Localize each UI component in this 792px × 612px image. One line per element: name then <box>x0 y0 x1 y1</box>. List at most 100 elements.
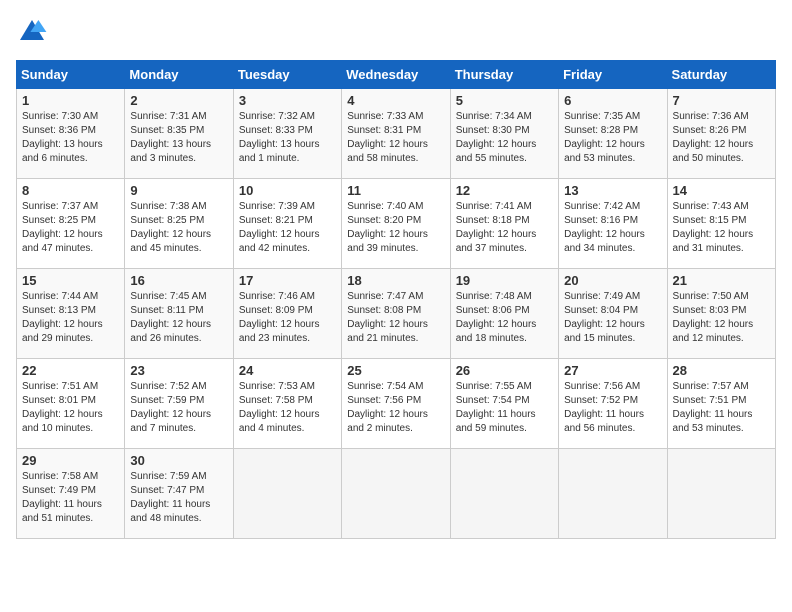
calendar-day: 5 Sunrise: 7:34 AM Sunset: 8:30 PM Dayli… <box>450 89 558 179</box>
page-header <box>16 16 776 48</box>
day-info: Sunrise: 7:42 AM Sunset: 8:16 PM Dayligh… <box>564 200 661 256</box>
logo <box>16 16 52 48</box>
calendar-day: 15 Sunrise: 7:44 AM Sunset: 8:13 PM Dayl… <box>17 269 125 359</box>
day-number: 27 <box>564 363 661 378</box>
day-header-wednesday: Wednesday <box>342 61 450 89</box>
day-info: Sunrise: 7:39 AM Sunset: 8:21 PM Dayligh… <box>239 200 336 256</box>
day-info: Sunrise: 7:31 AM Sunset: 8:35 PM Dayligh… <box>130 110 227 166</box>
day-info: Sunrise: 7:37 AM Sunset: 8:25 PM Dayligh… <box>22 200 119 256</box>
day-header-saturday: Saturday <box>667 61 775 89</box>
day-info: Sunrise: 7:30 AM Sunset: 8:36 PM Dayligh… <box>22 110 119 166</box>
calendar-day: 8 Sunrise: 7:37 AM Sunset: 8:25 PM Dayli… <box>17 179 125 269</box>
day-info: Sunrise: 7:50 AM Sunset: 8:03 PM Dayligh… <box>673 290 770 346</box>
day-number: 19 <box>456 273 553 288</box>
calendar-day: 24 Sunrise: 7:53 AM Sunset: 7:58 PM Dayl… <box>233 359 341 449</box>
calendar-day: 23 Sunrise: 7:52 AM Sunset: 7:59 PM Dayl… <box>125 359 233 449</box>
day-number: 26 <box>456 363 553 378</box>
day-number: 7 <box>673 93 770 108</box>
day-number: 15 <box>22 273 119 288</box>
calendar-table: SundayMondayTuesdayWednesdayThursdayFrid… <box>16 60 776 539</box>
day-number: 9 <box>130 183 227 198</box>
day-number: 25 <box>347 363 444 378</box>
day-number: 10 <box>239 183 336 198</box>
calendar-day: 14 Sunrise: 7:43 AM Sunset: 8:15 PM Dayl… <box>667 179 775 269</box>
day-info: Sunrise: 7:36 AM Sunset: 8:26 PM Dayligh… <box>673 110 770 166</box>
calendar-day <box>667 449 775 539</box>
calendar-day: 28 Sunrise: 7:57 AM Sunset: 7:51 PM Dayl… <box>667 359 775 449</box>
calendar-header-row: SundayMondayTuesdayWednesdayThursdayFrid… <box>17 61 776 89</box>
calendar-day: 27 Sunrise: 7:56 AM Sunset: 7:52 PM Dayl… <box>559 359 667 449</box>
day-number: 30 <box>130 453 227 468</box>
day-info: Sunrise: 7:38 AM Sunset: 8:25 PM Dayligh… <box>130 200 227 256</box>
calendar-day: 7 Sunrise: 7:36 AM Sunset: 8:26 PM Dayli… <box>667 89 775 179</box>
calendar-week-3: 15 Sunrise: 7:44 AM Sunset: 8:13 PM Dayl… <box>17 269 776 359</box>
calendar-day: 10 Sunrise: 7:39 AM Sunset: 8:21 PM Dayl… <box>233 179 341 269</box>
calendar-day: 18 Sunrise: 7:47 AM Sunset: 8:08 PM Dayl… <box>342 269 450 359</box>
calendar-day: 26 Sunrise: 7:55 AM Sunset: 7:54 PM Dayl… <box>450 359 558 449</box>
day-info: Sunrise: 7:48 AM Sunset: 8:06 PM Dayligh… <box>456 290 553 346</box>
day-info: Sunrise: 7:41 AM Sunset: 8:18 PM Dayligh… <box>456 200 553 256</box>
calendar-day: 21 Sunrise: 7:50 AM Sunset: 8:03 PM Dayl… <box>667 269 775 359</box>
calendar-day: 22 Sunrise: 7:51 AM Sunset: 8:01 PM Dayl… <box>17 359 125 449</box>
day-header-sunday: Sunday <box>17 61 125 89</box>
day-info: Sunrise: 7:58 AM Sunset: 7:49 PM Dayligh… <box>22 470 119 526</box>
day-number: 6 <box>564 93 661 108</box>
day-info: Sunrise: 7:59 AM Sunset: 7:47 PM Dayligh… <box>130 470 227 526</box>
day-number: 2 <box>130 93 227 108</box>
day-info: Sunrise: 7:33 AM Sunset: 8:31 PM Dayligh… <box>347 110 444 166</box>
logo-icon <box>16 16 48 48</box>
day-number: 4 <box>347 93 444 108</box>
day-number: 14 <box>673 183 770 198</box>
day-number: 24 <box>239 363 336 378</box>
day-info: Sunrise: 7:35 AM Sunset: 8:28 PM Dayligh… <box>564 110 661 166</box>
calendar-day <box>342 449 450 539</box>
calendar-day: 30 Sunrise: 7:59 AM Sunset: 7:47 PM Dayl… <box>125 449 233 539</box>
calendar-day: 17 Sunrise: 7:46 AM Sunset: 8:09 PM Dayl… <box>233 269 341 359</box>
calendar-day: 1 Sunrise: 7:30 AM Sunset: 8:36 PM Dayli… <box>17 89 125 179</box>
day-number: 1 <box>22 93 119 108</box>
day-info: Sunrise: 7:44 AM Sunset: 8:13 PM Dayligh… <box>22 290 119 346</box>
day-info: Sunrise: 7:53 AM Sunset: 7:58 PM Dayligh… <box>239 380 336 436</box>
calendar-day: 20 Sunrise: 7:49 AM Sunset: 8:04 PM Dayl… <box>559 269 667 359</box>
calendar-day: 9 Sunrise: 7:38 AM Sunset: 8:25 PM Dayli… <box>125 179 233 269</box>
day-number: 17 <box>239 273 336 288</box>
calendar-day: 6 Sunrise: 7:35 AM Sunset: 8:28 PM Dayli… <box>559 89 667 179</box>
day-number: 13 <box>564 183 661 198</box>
day-info: Sunrise: 7:51 AM Sunset: 8:01 PM Dayligh… <box>22 380 119 436</box>
calendar-week-2: 8 Sunrise: 7:37 AM Sunset: 8:25 PM Dayli… <box>17 179 776 269</box>
calendar-day: 19 Sunrise: 7:48 AM Sunset: 8:06 PM Dayl… <box>450 269 558 359</box>
day-info: Sunrise: 7:40 AM Sunset: 8:20 PM Dayligh… <box>347 200 444 256</box>
calendar-week-1: 1 Sunrise: 7:30 AM Sunset: 8:36 PM Dayli… <box>17 89 776 179</box>
day-info: Sunrise: 7:45 AM Sunset: 8:11 PM Dayligh… <box>130 290 227 346</box>
day-info: Sunrise: 7:47 AM Sunset: 8:08 PM Dayligh… <box>347 290 444 346</box>
calendar-day: 2 Sunrise: 7:31 AM Sunset: 8:35 PM Dayli… <box>125 89 233 179</box>
day-number: 23 <box>130 363 227 378</box>
day-info: Sunrise: 7:46 AM Sunset: 8:09 PM Dayligh… <box>239 290 336 346</box>
calendar-day: 12 Sunrise: 7:41 AM Sunset: 8:18 PM Dayl… <box>450 179 558 269</box>
day-info: Sunrise: 7:56 AM Sunset: 7:52 PM Dayligh… <box>564 380 661 436</box>
day-number: 12 <box>456 183 553 198</box>
calendar-week-4: 22 Sunrise: 7:51 AM Sunset: 8:01 PM Dayl… <box>17 359 776 449</box>
day-number: 28 <box>673 363 770 378</box>
day-number: 21 <box>673 273 770 288</box>
day-number: 8 <box>22 183 119 198</box>
day-info: Sunrise: 7:34 AM Sunset: 8:30 PM Dayligh… <box>456 110 553 166</box>
day-info: Sunrise: 7:57 AM Sunset: 7:51 PM Dayligh… <box>673 380 770 436</box>
calendar-week-5: 29 Sunrise: 7:58 AM Sunset: 7:49 PM Dayl… <box>17 449 776 539</box>
calendar-day: 11 Sunrise: 7:40 AM Sunset: 8:20 PM Dayl… <box>342 179 450 269</box>
day-number: 16 <box>130 273 227 288</box>
day-info: Sunrise: 7:54 AM Sunset: 7:56 PM Dayligh… <box>347 380 444 436</box>
day-info: Sunrise: 7:55 AM Sunset: 7:54 PM Dayligh… <box>456 380 553 436</box>
calendar-day: 29 Sunrise: 7:58 AM Sunset: 7:49 PM Dayl… <box>17 449 125 539</box>
day-header-tuesday: Tuesday <box>233 61 341 89</box>
day-info: Sunrise: 7:32 AM Sunset: 8:33 PM Dayligh… <box>239 110 336 166</box>
day-header-monday: Monday <box>125 61 233 89</box>
calendar-day <box>450 449 558 539</box>
day-info: Sunrise: 7:43 AM Sunset: 8:15 PM Dayligh… <box>673 200 770 256</box>
day-header-thursday: Thursday <box>450 61 558 89</box>
calendar-day: 16 Sunrise: 7:45 AM Sunset: 8:11 PM Dayl… <box>125 269 233 359</box>
day-number: 3 <box>239 93 336 108</box>
day-header-friday: Friday <box>559 61 667 89</box>
day-number: 18 <box>347 273 444 288</box>
calendar-day: 4 Sunrise: 7:33 AM Sunset: 8:31 PM Dayli… <box>342 89 450 179</box>
